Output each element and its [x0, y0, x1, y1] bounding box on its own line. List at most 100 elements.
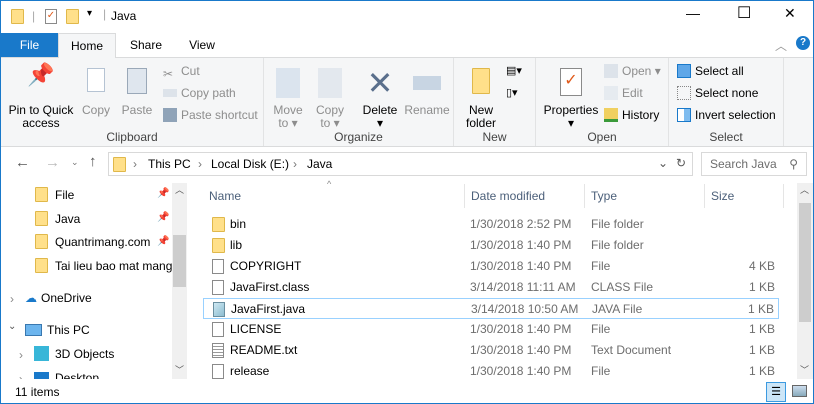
file-type: File: [591, 259, 611, 273]
breadcrumb-this-pc[interactable]: This PC: [148, 157, 191, 171]
open-button[interactable]: Open ▾: [604, 61, 661, 81]
3d-objects-icon: [34, 346, 49, 361]
collapse-ribbon-icon[interactable]: ︿: [775, 37, 787, 54]
tab-file[interactable]: File: [1, 33, 58, 57]
delete-button[interactable]: ✕ Delete ▾: [360, 67, 400, 130]
file-row[interactable]: README.txt 1/30/2018 1:40 PM Text Document…: [203, 340, 779, 361]
refresh-icon[interactable]: ↻: [676, 156, 686, 170]
up-button[interactable]: ↑: [89, 153, 97, 170]
new-folder-quick-icon[interactable]: [66, 9, 79, 24]
file-name: LICENSE: [230, 322, 282, 336]
breadcrumb-local-disk[interactable]: Local Disk (E:): [211, 157, 289, 171]
history-button[interactable]: History: [604, 105, 659, 125]
address-dropdown-icon[interactable]: ⌄: [658, 156, 668, 170]
rename-button[interactable]: Rename: [404, 68, 450, 117]
tab-view[interactable]: View: [179, 33, 225, 57]
pin-icon: 📌: [27, 62, 55, 87]
nav-item-desktop[interactable]: Desktop: [34, 367, 99, 379]
chevron-right-icon: ›: [133, 157, 137, 171]
nav-scroll-thumb[interactable]: [173, 235, 186, 287]
forward-button[interactable]: →: [45, 154, 60, 171]
tab-home[interactable]: Home: [58, 33, 116, 58]
new-folder-icon: [466, 68, 496, 98]
pin-to-quick-access-button[interactable]: 📌 Pin to Quick access: [5, 62, 77, 130]
file-size: 1 KB: [748, 322, 775, 336]
file-row[interactable]: bin 1/30/2018 2:52 PM File folder: [203, 214, 779, 235]
select-all-button[interactable]: Select all: [677, 61, 744, 81]
new-folder-button[interactable]: New folder: [462, 68, 500, 130]
minimize-button[interactable]: —: [686, 5, 700, 21]
back-button[interactable]: ←: [15, 154, 30, 171]
breadcrumb-java[interactable]: Java: [307, 157, 332, 171]
file-row[interactable]: LICENSE 1/30/2018 1:40 PM File 1 KB: [203, 319, 779, 340]
select-all-icon: [677, 64, 691, 78]
organize-label: Organize: [334, 130, 383, 144]
column-header-size[interactable]: Size: [704, 184, 784, 208]
nav-item-3d-objects[interactable]: 3D Objects: [34, 343, 114, 365]
select-label: Select: [709, 130, 743, 144]
nav-scrollbar[interactable]: ︿ ﹀: [172, 183, 187, 379]
close-button[interactable]: ✕: [784, 5, 796, 22]
file-row[interactable]: COPYRIGHT 1/30/2018 1:40 PM File 4 KB: [203, 256, 779, 277]
expand-chevron-icon[interactable]: ›: [19, 372, 23, 379]
new-item-button[interactable]: ▤▾: [506, 64, 522, 77]
invert-selection-button[interactable]: Invert selection: [677, 105, 776, 125]
content-scrollbar[interactable]: ︿ ﹀: [797, 183, 813, 379]
nav-item-java[interactable]: Java: [35, 208, 80, 230]
edit-button[interactable]: Edit: [604, 83, 643, 103]
file-row[interactable]: lib 1/30/2018 1:40 PM File folder: [203, 235, 779, 256]
nav-item-this-pc[interactable]: This PC: [25, 319, 90, 341]
window-title: Java: [111, 9, 137, 23]
copy-button[interactable]: Copy: [79, 68, 113, 117]
scroll-down-icon: ﹀: [800, 365, 810, 375]
file-row[interactable]: JavaFirst.class 3/14/2018 11:11 AM CLASS F…: [203, 277, 779, 298]
select-none-button[interactable]: Select none: [677, 83, 758, 103]
copy-path-button[interactable]: Copy path: [163, 83, 236, 103]
easy-access-button[interactable]: ▯▾: [506, 86, 518, 99]
nav-item-tai-lieu[interactable]: Tai lieu bao mat mang: [35, 255, 172, 277]
search-icon: ⚲: [789, 157, 798, 171]
column-header-name[interactable]: Name: [209, 184, 463, 208]
separator: |: [103, 7, 107, 21]
search-input[interactable]: Search Java ⚲: [701, 152, 807, 176]
java-file-icon: [213, 302, 225, 317]
desktop-icon: [34, 372, 49, 379]
move-to-button[interactable]: Move to ▾: [270, 68, 306, 130]
properties-button[interactable]: ✓ Properties ▾: [542, 68, 600, 130]
expand-chevron-icon[interactable]: ›: [19, 348, 23, 362]
nav-item-file[interactable]: File: [35, 184, 74, 206]
details-view-button[interactable]: ☰: [766, 382, 786, 402]
help-icon[interactable]: ?: [796, 36, 810, 50]
tab-share[interactable]: Share: [121, 33, 171, 57]
file-row[interactable]: JavaFirst.java 3/14/2018 10:50 AM JAVA Fil…: [203, 298, 779, 319]
file-date: 1/30/2018 1:40 PM: [470, 259, 572, 273]
copy-to-button[interactable]: Copy to ▾: [312, 68, 348, 130]
column-header-date[interactable]: Date modified: [464, 184, 584, 208]
new-group: New folder ▤▾ ▯▾ New: [454, 58, 536, 146]
address-bar[interactable]: › This PC › Local Disk (E:) › Java ⌄ ↻: [108, 152, 693, 176]
file-type: JAVA File: [592, 302, 643, 316]
file-icon: [212, 322, 224, 337]
file-row[interactable]: release 1/30/2018 1:40 PM File 1 KB: [203, 361, 779, 382]
select-none-icon: [677, 86, 691, 100]
copy-icon: [81, 68, 111, 98]
recent-locations-button[interactable]: ⌄: [71, 157, 79, 168]
properties-quick-icon[interactable]: ✓: [45, 9, 57, 24]
collapse-chevron-icon[interactable]: ⌄: [8, 321, 16, 332]
cut-button[interactable]: ✂ Cut: [163, 61, 200, 81]
clipboard-label: Clipboard: [106, 130, 158, 144]
paste-button[interactable]: Paste: [119, 68, 155, 117]
column-header-type[interactable]: Type: [584, 184, 704, 208]
paste-shortcut-button[interactable]: Paste shortcut: [163, 105, 258, 125]
explorer-window: | ✓ ▾ | Java — ☐ ✕ File Home Share View …: [0, 0, 814, 404]
nav-item-quantrimang[interactable]: Quantrimang.com: [35, 231, 150, 253]
file-date: 1/30/2018 1:40 PM: [470, 343, 572, 357]
nav-item-onedrive[interactable]: ☁ OneDrive: [25, 287, 92, 309]
customize-quick-access-icon[interactable]: ▾: [87, 8, 92, 19]
maximize-button[interactable]: ☐: [737, 3, 751, 23]
paste-icon: [122, 68, 152, 98]
expand-chevron-icon[interactable]: ›: [10, 292, 14, 306]
content-scroll-thumb[interactable]: [799, 203, 811, 322]
large-icons-view-button[interactable]: [792, 385, 807, 397]
open-group: ✓ Properties ▾ Open ▾ Edit History Open: [536, 58, 669, 146]
